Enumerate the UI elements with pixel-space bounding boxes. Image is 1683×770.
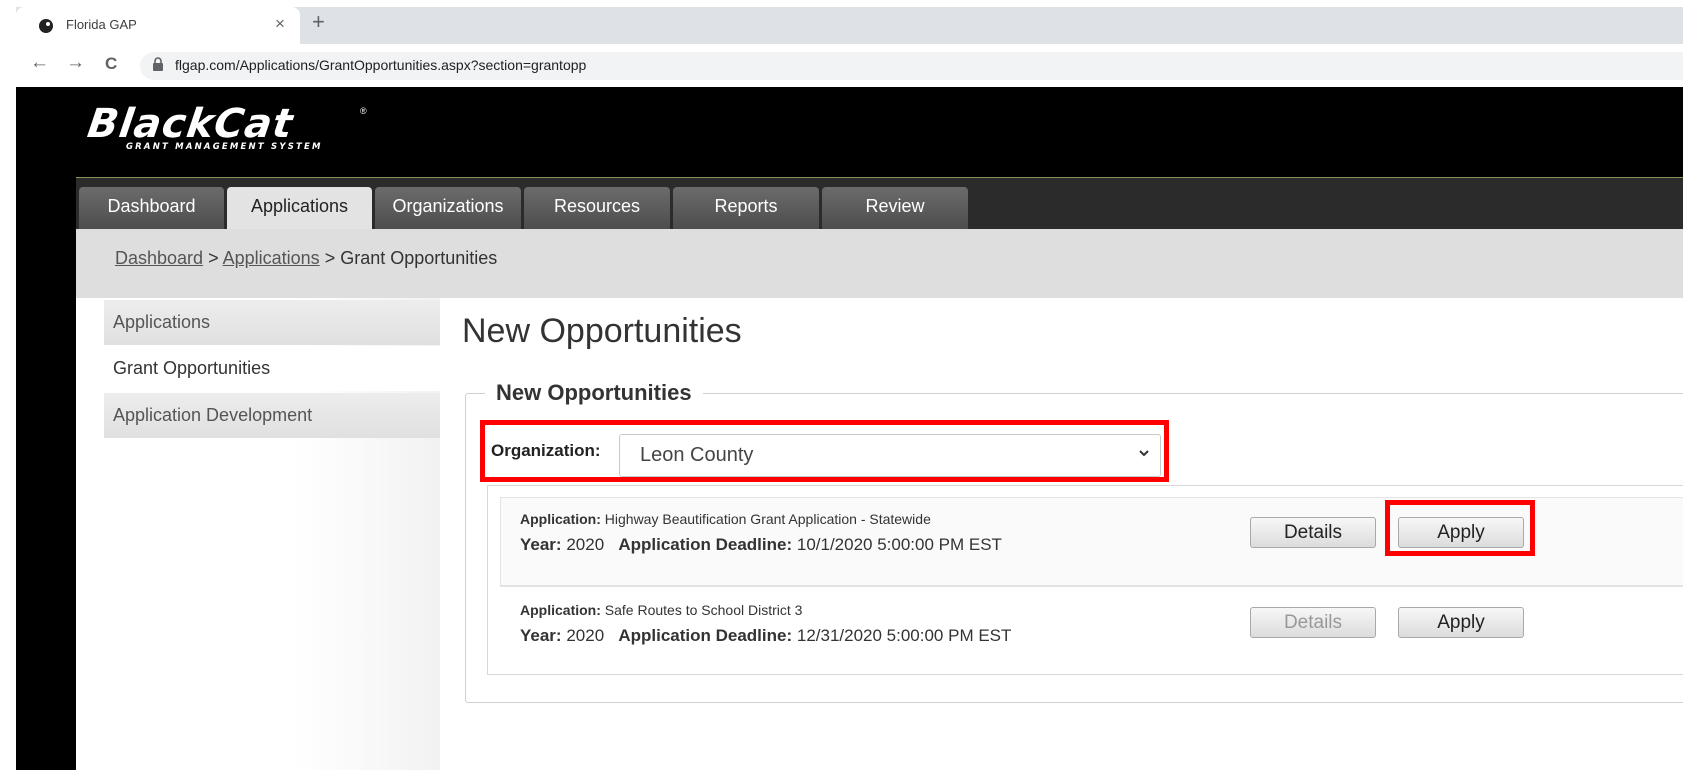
details-button[interactable]: Details	[1250, 607, 1376, 638]
forward-arrow-icon[interactable]: →	[66, 52, 85, 74]
tab-dashboard[interactable]: Dashboard	[79, 187, 224, 229]
year-value: 2020	[566, 626, 605, 645]
breadcrumb-current: Grant Opportunities	[340, 248, 498, 268]
application-name: Safe Routes to School District 3	[604, 602, 803, 618]
breadcrumb-separator: >	[324, 248, 336, 268]
tab-resources[interactable]: Resources	[524, 187, 670, 229]
page-title: New Opportunities	[462, 312, 742, 350]
section-title: New Opportunities	[485, 380, 703, 406]
chevron-down-icon[interactable]	[1138, 447, 1150, 459]
blackcat-logo: BlackCat GRANT MANAGEMENT SYSTEM ®	[84, 101, 367, 152]
breadcrumb: Dashboard > Applications > Grant Opportu…	[115, 248, 497, 269]
reload-icon[interactable]: C	[105, 54, 117, 74]
black-cat-favicon-icon	[39, 19, 53, 33]
apply-button[interactable]: Apply	[1398, 517, 1524, 548]
apply-button[interactable]: Apply	[1398, 607, 1524, 638]
page-left-margin	[16, 87, 76, 770]
opportunity-application-line: Application: Highway Beautification Gran…	[520, 511, 931, 527]
year-label: Year:	[520, 626, 562, 645]
tab-organizations[interactable]: Organizations	[375, 187, 521, 229]
logo-wordmark: BlackCat	[84, 101, 297, 147]
deadline-label: Application Deadline:	[618, 535, 793, 554]
tab-reports[interactable]: Reports	[673, 187, 819, 229]
application-name: Highway Beautification Grant Application…	[604, 511, 931, 527]
breadcrumb-dashboard-link[interactable]: Dashboard	[115, 248, 203, 268]
registered-mark: ®	[360, 106, 367, 116]
year-value: 2020	[566, 535, 605, 554]
deadline-value: 10/1/2020 5:00:00 PM EST	[796, 535, 1002, 554]
back-arrow-icon[interactable]: ←	[30, 52, 49, 74]
details-button[interactable]: Details	[1250, 517, 1376, 548]
new-tab-icon[interactable]: +	[312, 9, 325, 35]
organization-selected-value[interactable]: Leon County	[640, 444, 753, 467]
year-label: Year:	[520, 535, 562, 554]
tab-title: Florida GAP	[66, 17, 137, 32]
sidebar-item-application-development[interactable]: Application Development	[104, 393, 440, 438]
opportunity-meta-line: Year: 2020 Application Deadline: 12/31/2…	[520, 626, 1011, 646]
opportunity-meta-line: Year: 2020 Application Deadline: 10/1/20…	[520, 535, 1002, 555]
breadcrumb-applications-link[interactable]: Applications	[223, 248, 320, 268]
sidebar-item-grant-opportunities[interactable]: Grant Opportunities	[104, 346, 440, 391]
opportunity-application-line: Application: Safe Routes to School Distr…	[520, 602, 802, 618]
application-label: Application:	[520, 511, 601, 527]
organization-label: Organization:	[491, 441, 601, 460]
sidebar-item-applications[interactable]: Applications	[104, 300, 440, 345]
tab-applications[interactable]: Applications	[227, 187, 372, 229]
deadline-label: Application Deadline:	[618, 626, 793, 645]
close-tab-icon[interactable]: ×	[275, 14, 285, 34]
tab-review[interactable]: Review	[822, 187, 968, 229]
deadline-value: 12/31/2020 5:00:00 PM EST	[796, 626, 1012, 645]
breadcrumb-separator: >	[208, 248, 219, 268]
browser-tab[interactable]: Florida GAP ×	[16, 7, 300, 44]
url-text[interactable]: flgap.com/Applications/GrantOpportunitie…	[175, 57, 586, 73]
lock-icon	[153, 57, 163, 71]
application-label: Application:	[520, 602, 601, 618]
